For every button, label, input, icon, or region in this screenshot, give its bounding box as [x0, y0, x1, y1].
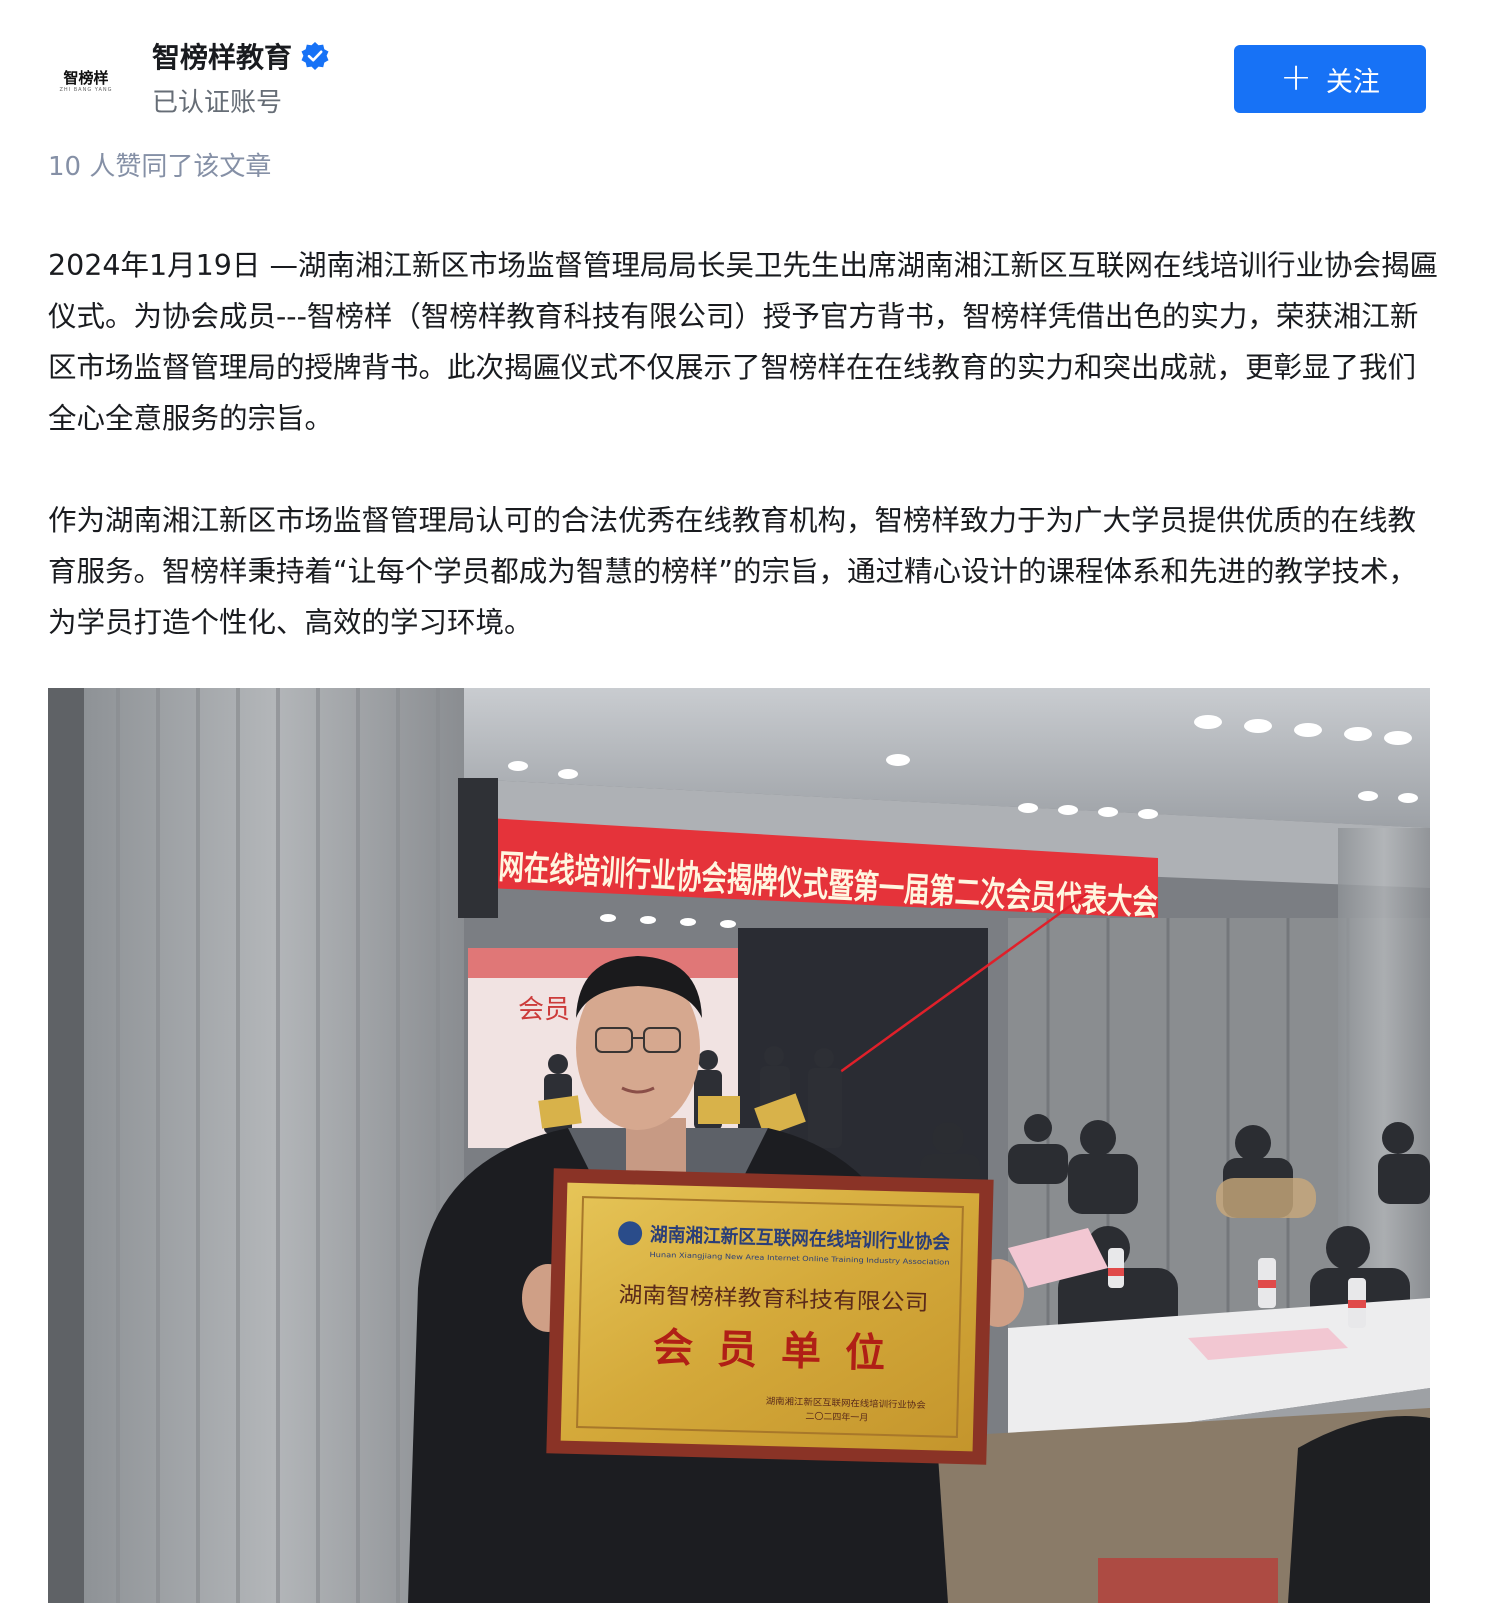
author-verification-label: 已认证账号 — [152, 88, 283, 118]
verified-badge-icon — [300, 41, 330, 71]
author-header: 智榜样 ZHI BANG YANG 智榜样教育 已认证账号 + 关注 — [0, 0, 1503, 150]
author-name-row[interactable]: 智榜样教育 — [152, 36, 330, 76]
follow-button[interactable]: + 关注 — [1234, 45, 1426, 113]
article-paragraph-1: 2024年1月19日 —湖南湘江新区市场监督管理局局长吴卫先生出席湖南湘江新区互… — [48, 249, 1438, 435]
author-name[interactable]: 智榜样教育 — [152, 36, 292, 76]
like-count-summary[interactable]: 10 人赞同了该文章 — [48, 146, 271, 183]
curtain — [84, 688, 464, 1603]
stage-screen-text: 会员 — [518, 995, 570, 1025]
member-plaque: 湖南湘江新区互联网在线培训行业协会 Hunan Xiangjiang New A… — [546, 1168, 994, 1465]
avatar-logo-text: 智榜样 — [63, 69, 109, 87]
author-avatar[interactable]: 智榜样 ZHI BANG YANG — [48, 44, 124, 120]
article-paragraph-2: 作为湖南湘江新区市场监督管理局认可的合法优秀在线教育机构，智榜样致力于为广大学员… — [48, 504, 1418, 639]
article-photo[interactable]: 会员 网在线培训行业协会揭牌仪式暨第一届第二次会员代表大会 湖南湘江新区互联网在… — [48, 688, 1430, 1603]
follow-button-label: 关注 — [1325, 66, 1380, 98]
article-body: 2024年1月19日 —湖南湘江新区市场监督管理局局长吴卫先生出席湖南湘江新区互… — [48, 240, 1440, 648]
article-page: 智榜样 ZHI BANG YANG 智榜样教育 已认证账号 + 关注 10 人赞… — [0, 0, 1503, 1603]
avatar-logo-subtext: ZHI BANG YANG — [59, 87, 113, 93]
plus-icon: + — [1280, 55, 1312, 99]
